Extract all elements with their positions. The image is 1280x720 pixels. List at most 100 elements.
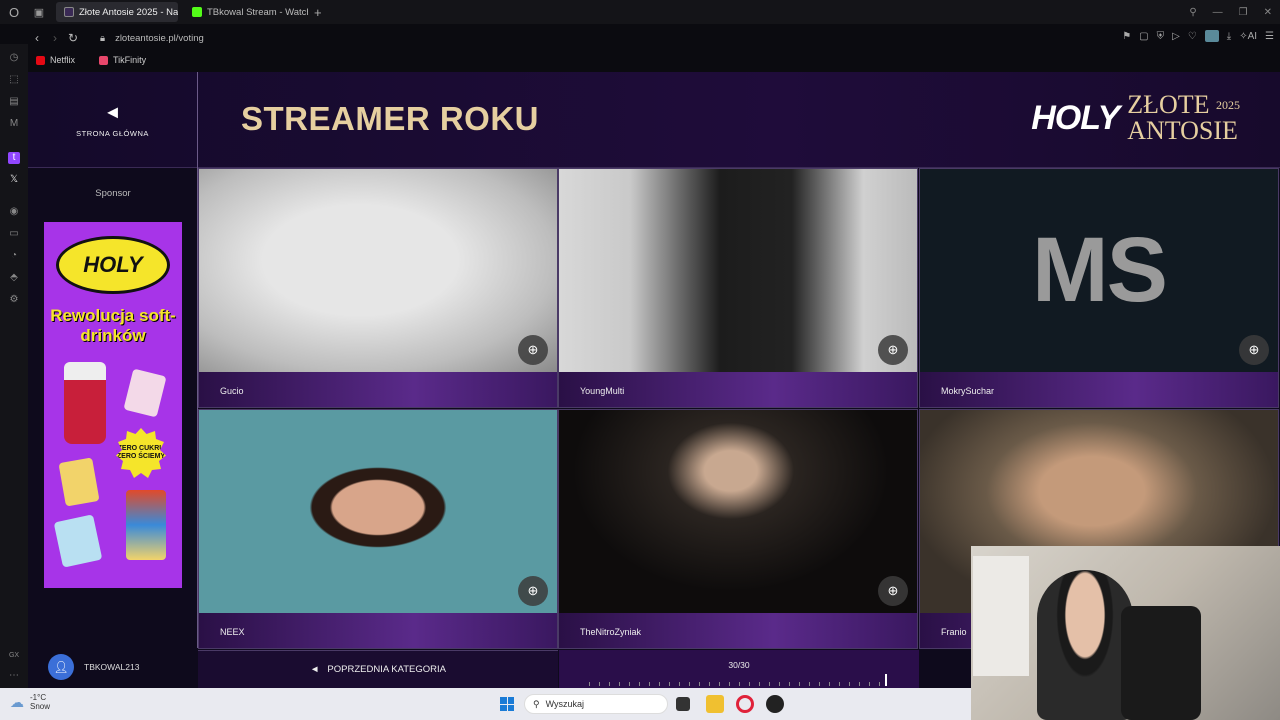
address-bar: ‹ › ↻ 🔒︎ zloteantosie.pl/voting ⚑ ▢ ⛨ ▷ …	[28, 26, 1280, 50]
heart-icon[interactable]: ♡	[1188, 31, 1197, 42]
candidate-photo	[199, 410, 557, 613]
task-view-icon[interactable]	[676, 697, 690, 711]
progress-ticks	[589, 682, 889, 686]
voting-progress: 30/30	[559, 650, 919, 688]
sponsor-column: Sponsor HOLY Rewolucja soft-drinków ZERO…	[28, 168, 198, 648]
webcam-chair	[1121, 606, 1201, 720]
bookmark-tikfinity[interactable]: TikFinity	[91, 55, 146, 65]
bookmark-label: TikFinity	[113, 55, 147, 65]
candidate-card[interactable]: ⊕ TheNitroZyniak	[558, 409, 918, 649]
candidate-photo: MS	[920, 169, 1278, 372]
ai-icon[interactable]: ✧AI	[1239, 31, 1257, 42]
temperature: -1°C	[30, 693, 47, 702]
bookmark-icon[interactable]: ⚑	[1122, 31, 1131, 42]
tab-favicon-icon	[64, 7, 74, 17]
twitch-icon[interactable]: t	[8, 152, 20, 164]
tab-title: Złote Antosie 2025 - Najw	[79, 6, 178, 18]
lock-icon: 🔒︎	[100, 32, 106, 44]
zoom-icon[interactable]: ⊕	[1239, 335, 1269, 365]
zoom-icon[interactable]: ⊕	[878, 576, 908, 606]
logo-year: 2025	[1216, 98, 1240, 112]
opera-gx-icon[interactable]	[736, 695, 754, 713]
sponsor-label: Sponsor	[95, 188, 131, 199]
new-tab-button[interactable]: +	[314, 5, 322, 20]
shield-icon[interactable]: ⛨	[1157, 31, 1165, 42]
reload-icon[interactable]: ↻	[64, 31, 82, 45]
maximize-icon[interactable]: ❐	[1239, 7, 1248, 18]
obs-icon[interactable]	[766, 695, 784, 713]
zoom-icon[interactable]: ⊕	[878, 335, 908, 365]
home-button[interactable]: ◄ STRONA GŁÓWNA	[28, 72, 198, 168]
sponsor-ad-banner[interactable]: HOLY Rewolucja soft-drinków ZERO CUKRU Z…	[44, 222, 182, 588]
arrow-left-icon: ◄	[309, 664, 320, 675]
opera-icon[interactable]: O	[0, 0, 28, 24]
wallet-icon[interactable]: ▭	[8, 228, 20, 240]
tikfinity-icon	[99, 55, 109, 65]
zlote-antosie-logo: ZŁOTE 2025 ANTOSIE	[1127, 92, 1240, 144]
search-tabs-icon[interactable]: ⚲	[1189, 7, 1196, 18]
ad-shaker-image	[64, 362, 106, 444]
history-icon[interactable]: ◉	[8, 206, 20, 218]
window-controls: ⚲ — ❐ ✕	[1189, 0, 1272, 24]
bookmark-netflix[interactable]: Netflix	[28, 55, 75, 65]
taskbar-search[interactable]: ⚲ Wyszukaj	[524, 694, 668, 714]
candidate-card[interactable]: MS ⊕ MokrySuchar	[919, 168, 1279, 408]
news-icon[interactable]: ▤	[8, 96, 20, 108]
streamer-webcam	[971, 546, 1280, 720]
back-icon[interactable]: ‹	[28, 31, 46, 45]
forward-icon[interactable]: ›	[46, 31, 64, 45]
speed-dial-icon[interactable]: ◷	[8, 52, 20, 64]
logo-line2: ANTOSIE	[1127, 116, 1238, 145]
tab-tbkowal-stream[interactable]: TBkowal Stream - Watch	[184, 2, 308, 22]
event-logo: HOLY ZŁOTE 2025 ANTOSIE	[1031, 92, 1240, 144]
zoom-icon[interactable]: ⊕	[518, 576, 548, 606]
previous-category-button[interactable]: ◄ POPRZEDNIA KATEGORIA	[198, 650, 558, 688]
profile-icon[interactable]	[1204, 30, 1219, 42]
page-header: ◄ STRONA GŁÓWNA STREAMER ROKU HOLY ZŁOTE…	[28, 72, 1280, 168]
settings-icon[interactable]: ⚙	[8, 294, 20, 306]
kick-favicon-icon	[192, 7, 202, 17]
play-icon[interactable]: ▷	[1172, 31, 1180, 42]
windows-taskbar: ☁ -1°C Snow ⚲ Wyszukaj	[0, 688, 971, 720]
candidate-card[interactable]: ⊕ Gucio	[198, 168, 558, 408]
extensions-icon[interactable]: ⬚	[8, 74, 20, 86]
x-icon[interactable]: 𝕏	[8, 174, 20, 186]
candidate-name: TheNitroZyniak	[559, 613, 917, 648]
browser-sidebar: ◷ ⬚ ▤ M t 𝕏 ◉ ▭ ◔ ⬘ ⚙ GX ⋯	[0, 44, 28, 688]
download-icon[interactable]: ⤓	[1227, 31, 1231, 42]
bookmark-label: Netflix	[50, 55, 76, 65]
url-field[interactable]: 🔒︎ zloteantosie.pl/voting	[100, 33, 204, 44]
candidate-photo	[559, 169, 917, 372]
zoom-icon[interactable]: ⊕	[518, 335, 548, 365]
url-text: zloteantosie.pl/voting	[115, 32, 204, 44]
weather-widget[interactable]: ☁ -1°C Snow	[10, 693, 50, 711]
tab-zlote-antosie[interactable]: Złote Antosie 2025 - Najw	[56, 2, 178, 22]
candidate-card[interactable]: ⊕ NEEX	[198, 409, 558, 649]
candidate-name: Gucio	[199, 372, 557, 407]
snapshot-icon[interactable]: ▢	[1139, 31, 1148, 42]
messenger-icon[interactable]: M	[8, 118, 20, 130]
menu-icon[interactable]: ☰	[1265, 31, 1274, 42]
user-profile[interactable]: 👤︎ TBKOWAL213	[48, 654, 139, 680]
file-explorer-icon[interactable]	[706, 695, 724, 713]
category-title: STREAMER ROKU	[241, 100, 540, 137]
tab-switcher-icon[interactable]: ▣	[28, 0, 50, 24]
ad-headline: Rewolucja soft-drinków	[50, 306, 176, 345]
candidate-name: NEEX	[199, 613, 557, 648]
candidate-card[interactable]: ⊕ YoungMulti	[558, 168, 918, 408]
progress-label: 30/30	[728, 660, 750, 670]
close-icon[interactable]: ✕	[1264, 7, 1272, 18]
progress-marker	[885, 674, 887, 686]
pinboard-icon[interactable]: ⬘	[8, 272, 20, 284]
weather-condition: Snow	[30, 702, 51, 711]
search-placeholder: Wyszukaj	[545, 699, 585, 709]
gx-icon[interactable]: GX	[8, 650, 20, 662]
clock-icon[interactable]: ◔	[8, 250, 20, 262]
minimize-icon[interactable]: —	[1213, 7, 1223, 18]
arrow-left-icon: ◄	[103, 102, 122, 122]
holy-logo: HOLY	[1031, 98, 1120, 137]
windows-start-icon[interactable]	[500, 697, 514, 711]
ad-pack-image	[58, 457, 100, 507]
more-icon[interactable]: ⋯	[8, 670, 20, 682]
user-avatar-icon: 👤︎	[48, 654, 74, 680]
